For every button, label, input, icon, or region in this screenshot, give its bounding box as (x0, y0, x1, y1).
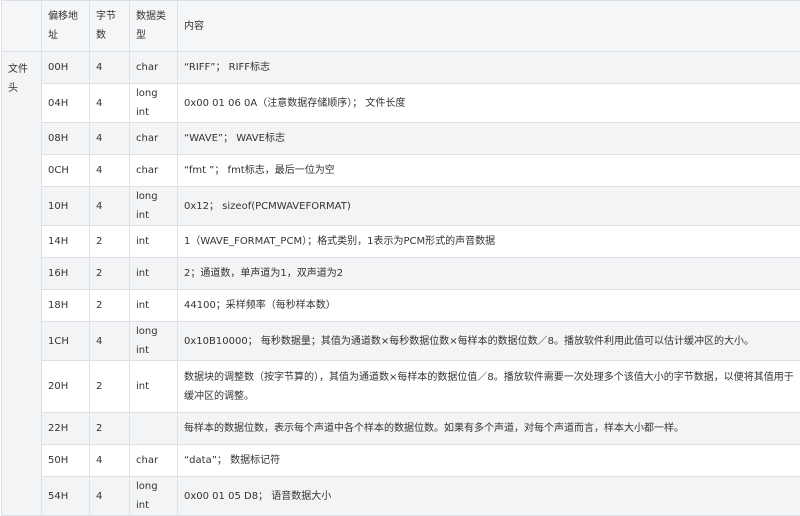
bytes-cell: 4 (90, 187, 130, 226)
offset-cell: 54H (42, 477, 90, 516)
offset-cell: 22H (42, 413, 90, 445)
bytes-cell: 2 (90, 226, 130, 258)
offset-cell: 04H (42, 84, 90, 123)
content-cell: 0x00 01 05 D8； 语音数据大小 (178, 477, 800, 516)
header-type: 数据类型 (130, 1, 178, 52)
group-label-cell: 文件头 (2, 52, 42, 516)
content-cell: “WAVE”； WAVE标志 (178, 123, 800, 155)
bytes-cell: 4 (90, 477, 130, 516)
type-cell: long int (130, 477, 178, 516)
offset-cell: 08H (42, 123, 90, 155)
header-blank (2, 1, 42, 52)
bytes-cell: 2 (90, 290, 130, 322)
type-cell: char (130, 52, 178, 84)
offset-cell: 0CH (42, 155, 90, 187)
type-cell (130, 413, 178, 445)
offset-cell: 1CH (42, 322, 90, 361)
table-row: 1CH 4 long int 0x10B10000； 每秒数据量；其值为通道数×… (2, 322, 800, 361)
type-cell: int (130, 258, 178, 290)
offset-cell: 20H (42, 361, 90, 413)
table-row: 50H 4 char “data”； 数据标记符 (2, 445, 800, 477)
content-cell: 0x00 01 06 0A（注意数据存储顺序）； 文件长度 (178, 84, 800, 123)
type-cell: long int (130, 187, 178, 226)
bytes-cell: 4 (90, 445, 130, 477)
table-row: 0CH 4 char “fmt ”； fmt标志，最后一位为空 (2, 155, 800, 187)
table-row: 20H 2 int 数据块的调整数（按字节算的），其值为通道数×每样本的数据位值… (2, 361, 800, 413)
type-cell: int (130, 226, 178, 258)
bytes-cell: 4 (90, 84, 130, 123)
type-cell: int (130, 290, 178, 322)
type-cell: long int (130, 84, 178, 123)
bytes-cell: 2 (90, 361, 130, 413)
content-cell: 数据块的调整数（按字节算的），其值为通道数×每样本的数据位值／8。播放软件需要一… (178, 361, 800, 413)
header-content: 内容 (178, 1, 800, 52)
content-cell: 1（WAVE_FORMAT_PCM）；格式类别，1表示为PCM形式的声音数据 (178, 226, 800, 258)
bytes-cell: 2 (90, 413, 130, 445)
bytes-cell: 2 (90, 258, 130, 290)
bytes-cell: 4 (90, 123, 130, 155)
table-row: 14H 2 int 1（WAVE_FORMAT_PCM）；格式类别，1表示为PC… (2, 226, 800, 258)
content-cell: 2；通道数，单声道为1，双声道为2 (178, 258, 800, 290)
table-row: 18H 2 int 44100；采样频率（每秒样本数） (2, 290, 800, 322)
bytes-cell: 4 (90, 52, 130, 84)
header-bytes: 字节数 (90, 1, 130, 52)
table-row: 16H 2 int 2；通道数，单声道为1，双声道为2 (2, 258, 800, 290)
table-row: 54H 4 long int 0x00 01 05 D8； 语音数据大小 (2, 477, 800, 516)
table-row: 10H 4 long int 0x12； sizeof(PCMWAVEFORMA… (2, 187, 800, 226)
bytes-cell: 4 (90, 322, 130, 361)
content-cell: “fmt ”； fmt标志，最后一位为空 (178, 155, 800, 187)
type-cell: char (130, 155, 178, 187)
content-cell: 0x12； sizeof(PCMWAVEFORMAT) (178, 187, 800, 226)
content-cell: “RIFF”； RIFF标志 (178, 52, 800, 84)
table-row: 文件头 00H 4 char “RIFF”； RIFF标志 (2, 52, 800, 84)
content-cell: 0x10B10000； 每秒数据量；其值为通道数×每秒数据位数×每样本的数据位数… (178, 322, 800, 361)
type-cell: long int (130, 322, 178, 361)
content-cell: 每样本的数据位数，表示每个声道中各个样本的数据位数。如果有多个声道，对每个声道而… (178, 413, 800, 445)
content-cell: “data”； 数据标记符 (178, 445, 800, 477)
offset-cell: 10H (42, 187, 90, 226)
type-cell: char (130, 445, 178, 477)
offset-cell: 50H (42, 445, 90, 477)
header-row: 偏移地址 字节数 数据类型 内容 (2, 1, 800, 52)
type-cell: char (130, 123, 178, 155)
type-cell: int (130, 361, 178, 413)
header-offset: 偏移地址 (42, 1, 90, 52)
table-row: 08H 4 char “WAVE”； WAVE标志 (2, 123, 800, 155)
table-row: 04H 4 long int 0x00 01 06 0A（注意数据存储顺序）； … (2, 84, 800, 123)
content-cell: 44100；采样频率（每秒样本数） (178, 290, 800, 322)
offset-cell: 14H (42, 226, 90, 258)
offset-cell: 00H (42, 52, 90, 84)
bytes-cell: 4 (90, 155, 130, 187)
wav-header-table: 偏移地址 字节数 数据类型 内容 文件头 00H 4 char “RIFF”； … (1, 0, 800, 516)
table-row: 22H 2 每样本的数据位数，表示每个声道中各个样本的数据位数。如果有多个声道，… (2, 413, 800, 445)
offset-cell: 16H (42, 258, 90, 290)
offset-cell: 18H (42, 290, 90, 322)
